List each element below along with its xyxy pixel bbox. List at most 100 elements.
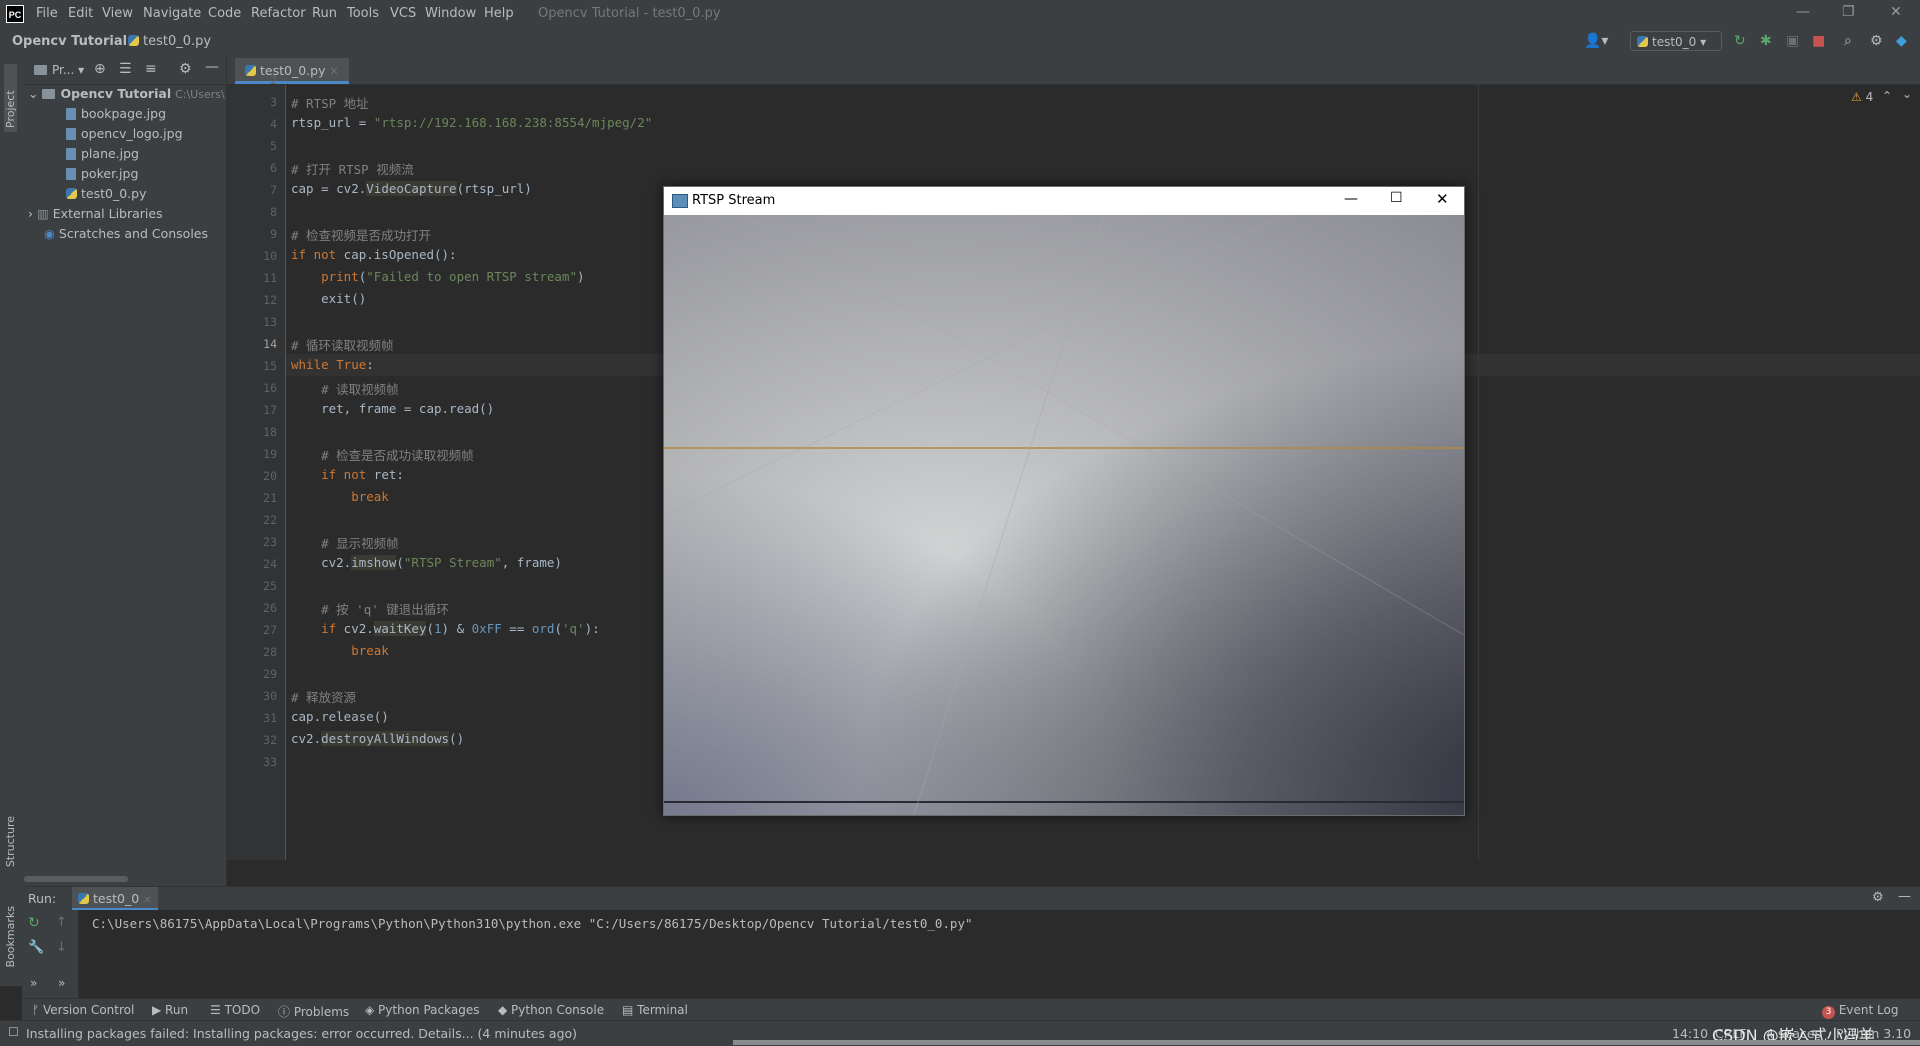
gear-icon[interactable]: ⚙ [1870, 33, 1883, 49]
rerun-icon[interactable]: ↻ [1734, 33, 1746, 49]
code-line-19: # 检查是否成功读取视频帧 [291, 445, 474, 464]
breadcrumb-file[interactable]: test0_0.py [128, 34, 211, 49]
breadcrumb-project[interactable]: Opencv Tutorial [12, 34, 127, 49]
hide-icon[interactable]: — [205, 59, 219, 75]
gear-icon[interactable]: ⚙ [179, 61, 192, 77]
tool-todo[interactable]: ☰ TODO [210, 1003, 260, 1017]
tree-external-libraries[interactable]: › ▥ External Libraries [28, 204, 163, 224]
locate-icon[interactable]: ⊕ [94, 61, 106, 77]
window-title: Opencv Tutorial - test0_0.py [538, 6, 721, 21]
tool-terminal[interactable]: ▤ Terminal [622, 1003, 688, 1017]
code-line-12: exit() [291, 291, 366, 306]
user-icon[interactable]: 👤▾ [1584, 33, 1608, 49]
tool-python-console[interactable]: ◆ Python Console [498, 1003, 604, 1017]
expand-all-icon[interactable]: ☰ [119, 61, 132, 77]
run-console[interactable]: ↻ ↑ 🔧 ↓ » » C:\Users\86175\AppData\Local… [22, 910, 1920, 998]
chevron-up-icon[interactable]: ⌃ [1882, 89, 1892, 103]
menu-view[interactable]: View [102, 6, 133, 21]
project-view-selector[interactable]: Pr... ▾ [34, 63, 84, 77]
tool-label: Run [165, 1003, 189, 1017]
line-number: 26 [263, 601, 277, 615]
close-icon[interactable]: ✕ [143, 895, 151, 906]
coverage-icon[interactable]: ▣ [1786, 33, 1799, 49]
console-output: C:\Users\86175\AppData\Local\Programs\Py… [92, 916, 973, 931]
tool-label: Terminal [637, 1003, 688, 1017]
more-icon[interactable]: » [30, 976, 37, 990]
code-token: ( [396, 555, 404, 570]
menu-vcs[interactable]: VCS [390, 6, 416, 21]
line-number: 10 [263, 249, 277, 263]
warning-icon[interactable]: ⚠ 4 [1851, 90, 1873, 104]
maximize-icon[interactable]: ☐ [1390, 190, 1403, 206]
minimize-icon[interactable]: — [1344, 191, 1358, 207]
menu-file[interactable]: File [36, 6, 58, 21]
hide-icon[interactable]: — [1898, 889, 1911, 904]
code-token: exit() [291, 291, 367, 306]
tool-run[interactable]: ▶ Run [152, 1003, 188, 1017]
run-tab[interactable]: test0_0 ✕ [72, 887, 158, 911]
horizontal-scrollbar[interactable] [24, 876, 128, 882]
comment: # 按 'q' 键退出循环 [291, 602, 449, 617]
project-tool-tab[interactable]: Project [4, 64, 17, 132]
code-token: cv2. [291, 555, 352, 570]
debug-icon[interactable]: ✱ [1760, 33, 1772, 49]
code-line-17: ret, frame = cap.read() [291, 401, 494, 416]
code-line-23: # 显示视频帧 [291, 533, 399, 552]
structure-tool-tab[interactable]: Structure [4, 816, 17, 867]
line-number: 27 [263, 623, 277, 637]
caret-position[interactable]: 14:10 [1672, 1026, 1708, 1041]
close-icon[interactable]: ✕ [1890, 4, 1902, 20]
run-config-selector[interactable]: test0_0 ▾ [1630, 31, 1722, 51]
menu-tools[interactable]: Tools [347, 6, 379, 21]
tool-version-control[interactable]: ᚠ Version Control [32, 1003, 134, 1017]
event-log[interactable]: 3 Event Log [1822, 1003, 1898, 1019]
gear-icon[interactable]: ⚙ [1872, 890, 1884, 905]
tree-file-test0-0[interactable]: test0_0.py [66, 184, 146, 204]
menu-code[interactable]: Code [208, 6, 241, 21]
comment: # 显示视频帧 [291, 536, 399, 551]
more-icon[interactable]: » [58, 976, 65, 990]
wrench-icon[interactable]: 🔧 [28, 940, 44, 955]
menu-navigate[interactable]: Navigate [143, 6, 201, 21]
branch-icon: ᚠ [32, 1003, 44, 1017]
tree-file-opencv-logo[interactable]: opencv_logo.jpg [66, 124, 183, 144]
tree-scratches[interactable]: ◉ Scratches and Consoles [44, 224, 208, 244]
jetbrains-toolbox-icon[interactable]: ◆ [1896, 33, 1907, 49]
stop-icon[interactable]: ■ [1812, 33, 1825, 49]
close-icon[interactable]: ✕ [1436, 190, 1449, 208]
menu-window[interactable]: Window [425, 6, 476, 21]
function-call: imshow [351, 555, 397, 570]
arrow-down-icon[interactable]: ↓ [56, 940, 67, 955]
tree-file-poker[interactable]: poker.jpg [66, 164, 138, 184]
rtsp-window-titlebar[interactable]: RTSP Stream — ☐ ✕ [664, 187, 1464, 215]
tool-problems[interactable]: ⓘ Problems [278, 1003, 349, 1020]
rtsp-stream-window[interactable]: RTSP Stream — ☐ ✕ [663, 186, 1465, 816]
tab-close-icon[interactable]: ✕ [329, 65, 338, 78]
code-token: () [449, 731, 465, 746]
minimize-icon[interactable]: — [1796, 4, 1810, 20]
search-icon[interactable]: ⌕ [1844, 33, 1852, 49]
tree-file-plane[interactable]: plane.jpg [66, 144, 139, 164]
chevron-down-icon[interactable]: ⌄ [1902, 87, 1912, 101]
tree-file-label: test0_0.py [81, 186, 147, 201]
arrow-up-icon[interactable]: ↑ [56, 915, 67, 930]
tree-file-bookpage[interactable]: bookpage.jpg [66, 104, 166, 124]
menu-edit[interactable]: Edit [68, 6, 93, 21]
menu-run[interactable]: Run [312, 6, 337, 21]
status-square-icon[interactable]: ☐ [8, 1025, 19, 1039]
menu-help[interactable]: Help [484, 6, 514, 21]
tree-root[interactable]: ⌄ Opencv Tutorial C:\Users\ [28, 84, 225, 104]
line-number: 9 [270, 227, 277, 241]
collapse-all-icon[interactable]: ≡ [145, 61, 157, 77]
comment: # 打开 RTSP 视频流 [291, 162, 414, 177]
folder-icon [42, 89, 56, 99]
rerun-icon[interactable]: ↻ [28, 915, 40, 931]
status-message[interactable]: Installing packages failed: Installing p… [26, 1026, 577, 1041]
bookmarks-tool-tab[interactable]: Bookmarks [4, 906, 17, 967]
code-token: , frame) [501, 555, 562, 570]
restore-icon[interactable]: ❐ [1842, 4, 1855, 20]
tool-label: Python Packages [378, 1003, 480, 1017]
tool-python-packages[interactable]: ◈ Python Packages [365, 1003, 479, 1017]
info-icon: ⓘ [278, 1005, 294, 1019]
menu-refactor[interactable]: Refactor [251, 6, 306, 21]
